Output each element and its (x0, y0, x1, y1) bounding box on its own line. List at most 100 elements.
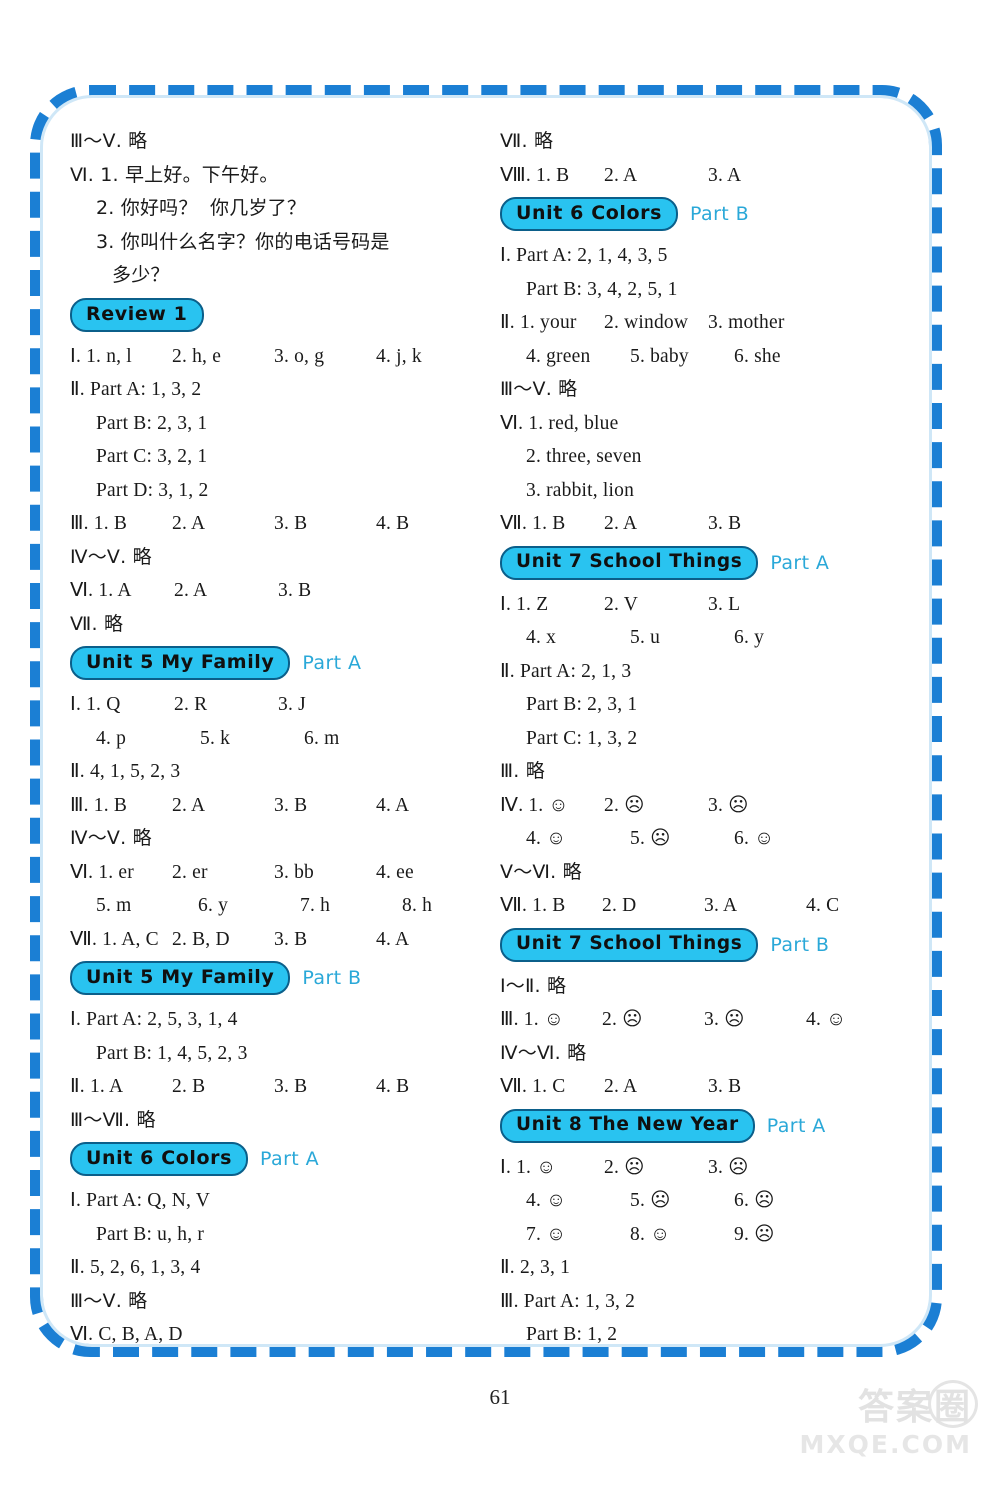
answer-line: Ⅶ. 1. A, C 2. B, D 3. B 4. A (70, 923, 490, 957)
answer-line: Ⅲ. 1. B 2. A 3. B 4. A (70, 789, 490, 823)
answer-item: 2. A (604, 164, 638, 186)
answer-line: Ⅲ. 1. ☺ 2. ☹ 3. ☹ 4. ☺ (500, 1003, 920, 1037)
answer-line: Ⅰ. 1. Q 2. R 3. J (70, 688, 490, 722)
answer-line: Ⅳ～Ⅵ. 略 (500, 1041, 587, 1064)
answer-item: 3. ☹ (708, 1156, 749, 1178)
answer-line: 7. ☺ 8. ☺ 9. ☹ (500, 1218, 920, 1252)
answer-line: 2. three, seven (526, 446, 642, 467)
answer-item: Ⅰ. 1. ☺ (500, 1156, 557, 1178)
answer-line: Ⅲ. 1. B 2. A 3. B 4. B (70, 507, 490, 541)
answer-item: 2. A (604, 1076, 638, 1097)
answer-item: Ⅱ. 1. your (500, 312, 577, 333)
left-column: Ⅲ～Ⅴ. 略 Ⅵ. 1. 早上好。下午好。 2. 你好吗？ 你几岁了？ 3. 你叫什么… (70, 125, 490, 1352)
answer-line: Part C: 3, 2, 1 (96, 446, 208, 467)
answer-item: Ⅷ. 1. B (500, 164, 570, 186)
answer-line: Ⅱ. 1. your 2. window 3. mother (500, 306, 920, 340)
answer-line: Ⅰ～Ⅱ. 略 (500, 974, 567, 997)
answer-item: 3. B (274, 513, 308, 534)
answer-line: Part B: 2, 3, 1 (96, 412, 208, 434)
answer-item: Ⅶ. 1. B (500, 513, 566, 534)
answer-line: Part D: 3, 1, 2 (96, 479, 209, 501)
answer-item: Ⅰ. 1. Q (70, 694, 121, 715)
answer-item: 2. B, D (172, 928, 230, 950)
answer-line: Ⅲ. 略 (500, 760, 545, 782)
section-title-pill: Unit 5 My Family (70, 961, 291, 995)
answer-item: Ⅶ. 1. B (500, 895, 566, 916)
section-title-pill: Unit 7 School Things (500, 927, 759, 962)
answer-line: Part B: 1, 2 (526, 1324, 618, 1345)
answer-item: 5. ☹ (630, 828, 671, 849)
answer-item: Ⅶ. 1. C (500, 1076, 566, 1097)
answer-line: Ⅱ. 5, 2, 6, 1, 3, 4 (70, 1257, 201, 1278)
answer-item: 2. ☹ (602, 1009, 643, 1030)
answer-item: 5. u (630, 627, 661, 648)
answer-line: Part B: 1, 4, 5, 2, 3 (96, 1042, 248, 1064)
answer-item: 2. A (172, 513, 206, 534)
answer-item: 6. y (198, 895, 229, 916)
answer-item: 2. A (172, 794, 206, 816)
answer-line: Ⅰ. 1. Z 2. V 3. L (500, 588, 920, 622)
answer-line: Ⅶ. 1. C 2. A 3. B (500, 1070, 920, 1104)
answer-item: Ⅲ. 1. B (70, 513, 128, 534)
answer-item: 4. ☺ (806, 1009, 847, 1030)
section-heading: Unit 7 School Things Part A (500, 545, 920, 586)
answer-item: Ⅱ. 1. A (70, 1076, 124, 1097)
section-part-label: Part A (302, 652, 362, 674)
answer-item: 3. mother (708, 312, 785, 333)
answer-item: 3. bb (274, 861, 314, 883)
answer-item: 6. ☹ (734, 1190, 775, 1211)
section-heading: Unit 5 My Family Part A (70, 646, 490, 686)
answer-line: Ⅰ. Part A: 2, 5, 3, 1, 4 (70, 1009, 238, 1030)
answer-item: 2. B (172, 1076, 206, 1097)
answer-line: Ⅵ. C, B, A, D (70, 1324, 183, 1345)
answer-item: 2. ☹ (604, 1156, 645, 1178)
answer-item: 3. ☹ (708, 794, 749, 816)
answer-line: Ⅳ. 1. ☺ 2. ☹ 3. ☹ (500, 789, 920, 823)
answer-line: Ⅳ～Ⅴ. 略 (70, 545, 152, 568)
answer-line: 2. 你好吗？ 你几岁了？ (96, 197, 307, 219)
answer-line: Ⅷ. 1. B 2. A 3. A (500, 159, 920, 193)
answer-item: 2. D (602, 895, 637, 916)
answer-line: Ⅱ. Part A: 2, 1, 3 (500, 660, 632, 682)
section-title-pill: Unit 6 Colors (500, 197, 679, 231)
answer-item: 4. j, k (376, 345, 422, 367)
answer-line: Ⅰ. 1. n, l 2. h, e 3. o, g 4. j, k (70, 340, 490, 374)
answer-line: Ⅵ. 1. er 2. er 3. bb 4. ee (70, 856, 490, 890)
answer-item: 2. A (174, 580, 208, 601)
answer-item: 5. baby (630, 345, 689, 367)
answer-line: 4. p 5. k 6. m (70, 722, 490, 756)
answer-item: 3. B (274, 794, 308, 816)
answer-item: 3. ☹ (704, 1009, 745, 1030)
answer-line: Part B: 2, 3, 1 (526, 694, 638, 715)
answer-item: 5. m (96, 895, 132, 916)
answer-item: 4. green (526, 345, 591, 367)
section-heading: Unit 5 My Family Part B (70, 961, 490, 1001)
answer-item: 7. h (300, 895, 331, 916)
section-title-pill: Unit 8 The New Year (500, 1108, 755, 1143)
answer-line: Ⅱ. 2, 3, 1 (500, 1257, 571, 1278)
answer-item: 4. B (376, 1076, 410, 1097)
answer-line: Ⅱ. 1. A 2. B 3. B 4. B (70, 1070, 490, 1104)
answer-line: Ⅲ～Ⅴ. 略 (500, 378, 578, 400)
answer-item: 3. o, g (274, 345, 325, 367)
answer-item: 4. A (376, 794, 410, 816)
answer-item: 4. ☺ (526, 1190, 567, 1211)
answer-line: Ⅰ. Part A: 2, 1, 4, 3, 5 (500, 245, 668, 266)
answer-line: 多少？ (112, 264, 170, 286)
answer-item: 9. ☹ (734, 1223, 775, 1245)
answer-line: Ⅴ～Ⅵ. 略 (500, 860, 582, 883)
section-title-pill: Unit 6 Colors (70, 1142, 249, 1176)
answer-item: 8. h (402, 895, 433, 916)
answer-line: Ⅱ. Part A: 1, 3, 2 (70, 379, 202, 400)
answer-item: 4. ee (376, 861, 414, 883)
answer-item: 3. B (274, 1076, 308, 1097)
answer-item: 2. window (604, 312, 689, 333)
answer-item: 8. ☺ (630, 1223, 671, 1245)
answer-item: 4. p (96, 727, 127, 749)
answer-item: Ⅶ. 1. A, C (70, 928, 159, 950)
section-heading: Review 1 (70, 297, 490, 338)
answer-line: Part C: 1, 3, 2 (526, 727, 638, 749)
answer-line: 3. rabbit, lion (526, 479, 635, 501)
answer-line: Ⅳ～Ⅴ. 略 (70, 827, 152, 849)
answer-line: Ⅰ. Part A: Q, N, V (70, 1190, 211, 1211)
